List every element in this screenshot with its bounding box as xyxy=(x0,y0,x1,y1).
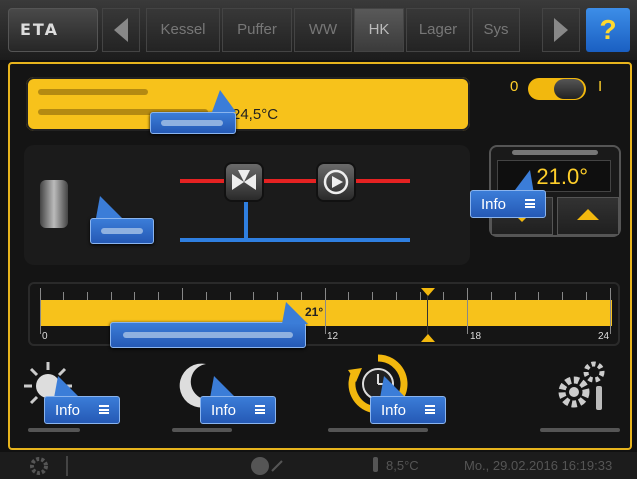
caption-line xyxy=(172,428,232,432)
status-text-line xyxy=(38,89,148,95)
valve-symbol xyxy=(232,170,256,190)
switch-knob xyxy=(554,79,584,99)
supply-pipe xyxy=(180,179,410,183)
tick-mark xyxy=(63,292,64,300)
tab-ww[interactable]: WW xyxy=(294,8,352,52)
hour-label: 0 xyxy=(42,331,48,342)
pump-symbol xyxy=(323,169,349,195)
tick-mark xyxy=(586,292,587,300)
arrow-up-icon xyxy=(577,209,599,220)
tab-puffer[interactable]: Puffer xyxy=(222,8,292,52)
tab-kessel[interactable]: Kessel xyxy=(146,8,220,52)
menu-icon xyxy=(99,405,109,414)
tab-sys[interactable]: Sys xyxy=(472,8,520,52)
caption-line xyxy=(28,428,80,432)
tooltip-text-line xyxy=(123,332,293,338)
thermometer-icon xyxy=(373,457,378,472)
info-label: Info xyxy=(381,402,407,419)
on-off-switch[interactable] xyxy=(528,78,586,100)
return-pipe xyxy=(180,238,410,242)
tick-mark xyxy=(230,292,231,300)
settings-gears-icon[interactable] xyxy=(552,356,612,416)
arrow-left-icon xyxy=(114,18,128,42)
tooltip-pointer xyxy=(380,376,406,398)
tick-mark xyxy=(301,292,302,300)
tick-mark xyxy=(277,292,278,300)
status-temperature: 24,5°C xyxy=(232,106,279,123)
help-button[interactable]: ? xyxy=(586,8,630,52)
tooltip-bubble xyxy=(90,218,154,244)
hour-label: 18 xyxy=(470,331,482,342)
tick-mark xyxy=(40,288,41,334)
outdoor-temperature: 8,5°C xyxy=(386,458,419,473)
time-marker-bottom-icon xyxy=(421,334,435,342)
tick-mark xyxy=(562,292,563,300)
setpoint-info-button[interactable]: Info xyxy=(470,190,546,218)
tick-mark xyxy=(325,288,326,334)
tick-mark xyxy=(348,292,349,300)
tick-mark xyxy=(372,292,373,300)
tooltip-text-line xyxy=(161,120,223,126)
tab-scroll-left-button[interactable] xyxy=(102,8,140,52)
menu-icon xyxy=(425,405,435,414)
tooltip-pointer xyxy=(210,376,236,398)
logo-text: ETA xyxy=(20,20,59,39)
info-label: Info xyxy=(481,196,507,213)
night-mode-info-button[interactable]: Info xyxy=(200,396,276,424)
time-marker-top-icon xyxy=(421,288,435,296)
tick-mark xyxy=(467,288,468,334)
tooltip-text-line xyxy=(101,228,143,234)
tick-mark xyxy=(515,292,516,300)
time-program-info-button[interactable]: Info xyxy=(370,396,446,424)
gear-icon[interactable] xyxy=(28,455,50,477)
divider xyxy=(66,456,68,476)
tooltip-pointer xyxy=(282,302,308,324)
tab-hk[interactable]: HK xyxy=(354,8,404,52)
tick-mark xyxy=(443,292,444,300)
pump-icon[interactable] xyxy=(318,164,354,200)
info-label: Info xyxy=(55,402,81,419)
tick-mark xyxy=(134,292,135,300)
tick-mark xyxy=(610,288,611,334)
room-sensor-icon[interactable] xyxy=(40,180,68,228)
increase-temp-button[interactable] xyxy=(557,197,619,235)
bypass-pipe xyxy=(244,198,248,240)
tick-mark xyxy=(111,292,112,300)
caption-line xyxy=(540,428,620,432)
day-mode-info-button[interactable]: Info xyxy=(44,396,120,424)
tooltip-pointer xyxy=(96,196,122,218)
tick-mark xyxy=(158,292,159,300)
hour-label: 24 xyxy=(598,331,610,342)
tooltip-pointer xyxy=(54,376,80,398)
network-connection-icon xyxy=(251,457,283,475)
toggle-on-label: I xyxy=(598,78,603,95)
tick-mark xyxy=(396,292,397,300)
tooltip-pointer xyxy=(212,90,236,112)
hour-label: 12 xyxy=(327,331,339,342)
menu-icon xyxy=(255,405,265,414)
tooltip-bubble xyxy=(110,322,306,348)
tick-mark xyxy=(491,292,492,300)
menu-icon xyxy=(525,199,535,208)
toggle-off-label: 0 xyxy=(510,78,519,95)
mixing-valve-icon[interactable] xyxy=(226,164,262,200)
setpoint-title-line xyxy=(512,150,598,155)
tab-scroll-right-button[interactable] xyxy=(542,8,580,52)
tick-mark xyxy=(253,292,254,300)
tooltip-bubble xyxy=(150,112,236,134)
info-label: Info xyxy=(211,402,237,419)
caption-line xyxy=(328,428,428,432)
tick-mark xyxy=(87,292,88,300)
eta-logo[interactable]: ETA xyxy=(8,8,98,52)
tick-mark xyxy=(182,288,183,300)
tick-mark xyxy=(206,292,207,300)
arrow-right-icon xyxy=(554,18,568,42)
date-time: Mo., 29.02.2016 16:19:33 xyxy=(464,458,613,473)
tick-mark xyxy=(538,292,539,300)
tab-lager[interactable]: Lager xyxy=(406,8,470,52)
